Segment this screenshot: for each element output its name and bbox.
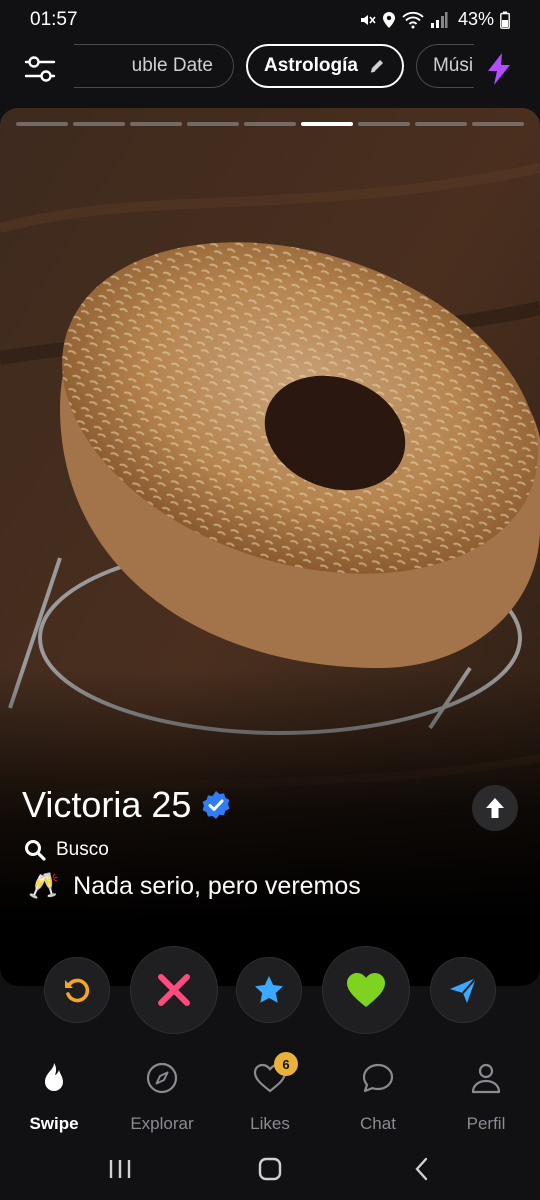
looking-for-row: Busco bbox=[24, 839, 109, 861]
nope-icon bbox=[158, 974, 190, 1006]
nav-chat[interactable]: Chat bbox=[324, 1060, 432, 1134]
flame-icon bbox=[45, 1063, 63, 1091]
recent-apps-icon bbox=[109, 1160, 131, 1178]
relationship-intent-row: 🥂 Nada serio, pero veremos bbox=[28, 872, 361, 901]
verified-badge-icon bbox=[203, 791, 230, 819]
send-message-button[interactable] bbox=[430, 957, 496, 1023]
compass-icon bbox=[146, 1062, 178, 1094]
lightning-icon bbox=[488, 53, 510, 85]
nav-swipe[interactable]: Swipe bbox=[0, 1060, 108, 1134]
pencil-icon bbox=[370, 60, 383, 73]
open-profile-button[interactable] bbox=[472, 785, 518, 831]
photo-progress-segment bbox=[472, 122, 524, 126]
champagne-icon: 🥂 bbox=[28, 872, 60, 900]
nav-label: Explorar bbox=[130, 1114, 194, 1133]
photo-progress-segment bbox=[244, 122, 296, 126]
photo-progress-segment-active bbox=[301, 122, 353, 126]
arrow-up-icon bbox=[486, 798, 504, 818]
home-icon bbox=[258, 1157, 282, 1181]
chip-label: Música bbox=[432, 55, 474, 76]
chat-icon bbox=[362, 1063, 394, 1093]
photo-progress-segment bbox=[73, 122, 125, 126]
nav-label: Swipe bbox=[29, 1114, 79, 1133]
boost-shortcut-button[interactable] bbox=[484, 52, 514, 86]
nav-label: Perfil bbox=[466, 1114, 506, 1133]
send-icon bbox=[450, 977, 477, 1003]
recent-apps-button[interactable] bbox=[100, 1154, 140, 1184]
photo-progress-segment bbox=[358, 122, 410, 126]
photo-progress-segment bbox=[130, 122, 182, 126]
superlike-icon bbox=[255, 976, 283, 1003]
signal-icon bbox=[430, 11, 448, 28]
system-nav-bar bbox=[0, 1142, 540, 1200]
battery-icon bbox=[500, 11, 510, 29]
photo-progress-segment bbox=[16, 122, 68, 126]
nav-label: Likes bbox=[250, 1114, 290, 1133]
like-icon bbox=[347, 973, 385, 1007]
likes-count-badge: 6 bbox=[274, 1052, 298, 1076]
chip-label: Astrología bbox=[264, 55, 358, 76]
mute-icon bbox=[360, 14, 376, 25]
back-icon bbox=[415, 1157, 428, 1181]
back-button[interactable] bbox=[402, 1154, 442, 1184]
nope-button[interactable] bbox=[130, 946, 218, 1034]
chip-label: uble Date bbox=[131, 55, 213, 76]
photo-progress-segment bbox=[187, 122, 239, 126]
chip-astrologia[interactable]: Astrología bbox=[246, 44, 404, 88]
card-gradient bbox=[0, 668, 540, 986]
chip-musica[interactable]: Música bbox=[415, 44, 474, 88]
rewind-icon bbox=[65, 978, 90, 1003]
like-button[interactable] bbox=[322, 946, 410, 1034]
battery-percent: 43% bbox=[457, 9, 494, 29]
profile-name: Victoria bbox=[22, 784, 142, 825]
super-like-button[interactable] bbox=[236, 957, 302, 1023]
profile-card[interactable]: Victoria 25 Busco 🥂 Nada serio, pero ver… bbox=[0, 108, 540, 986]
wifi-icon bbox=[402, 11, 424, 28]
rewind-button[interactable] bbox=[44, 957, 110, 1023]
photo-progress bbox=[16, 122, 524, 126]
filter-button[interactable] bbox=[20, 49, 60, 89]
action-bar bbox=[0, 944, 540, 1036]
photo-progress-segment bbox=[415, 122, 467, 126]
search-icon bbox=[25, 840, 46, 861]
nav-likes[interactable]: 6 Likes bbox=[216, 1052, 324, 1134]
person-icon bbox=[471, 1063, 501, 1094]
nav-perfil[interactable]: Perfil bbox=[432, 1060, 540, 1134]
looking-for-label: Busco bbox=[56, 839, 109, 860]
profile-name-row: Victoria 25 bbox=[22, 784, 231, 826]
home-button[interactable] bbox=[250, 1154, 290, 1184]
sliders-icon bbox=[24, 56, 56, 82]
location-icon bbox=[382, 11, 395, 28]
status-bar: 01:57 43% bbox=[0, 0, 540, 40]
bottom-nav: Swipe Explorar 6 Likes Chat Perfil bbox=[0, 1046, 540, 1142]
profile-age: 25 bbox=[151, 784, 192, 825]
filter-chips: uble Date Astrología Música bbox=[74, 44, 474, 92]
status-time: 01:57 bbox=[30, 9, 78, 30]
nav-label: Chat bbox=[360, 1114, 396, 1133]
top-bar: uble Date Astrología Música bbox=[0, 40, 540, 98]
nav-explorar[interactable]: Explorar bbox=[108, 1060, 216, 1134]
chip-double-date[interactable]: uble Date bbox=[74, 44, 234, 88]
status-icons: 43% bbox=[358, 9, 510, 30]
relationship-intent-text: Nada serio, pero veremos bbox=[73, 872, 361, 900]
